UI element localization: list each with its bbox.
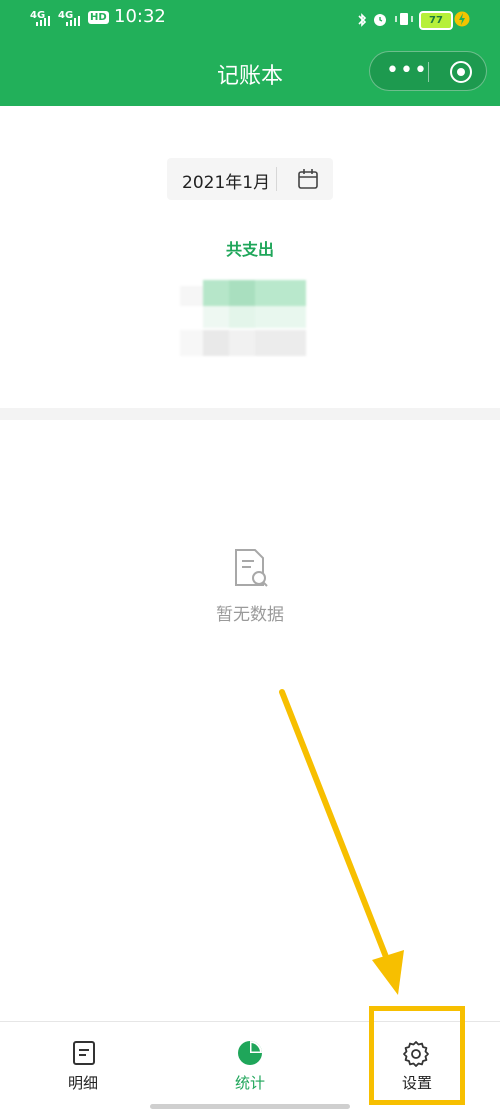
month-picker[interactable]: 2021年1月 (167, 158, 333, 200)
close-miniprogram-icon[interactable] (450, 61, 472, 83)
tab-statistics[interactable]: 统计 (167, 1022, 333, 1112)
vibrate-icon (395, 13, 413, 25)
tab-label-details: 明细 (67, 1074, 98, 1092)
tab-label-statistics: 统计 (234, 1074, 265, 1092)
alarm-icon (374, 14, 386, 26)
more-icon[interactable]: ••• (386, 60, 428, 82)
empty-state-text: 暂无数据 (216, 605, 284, 625)
document-icon (73, 1041, 95, 1065)
signal-bars-icon (66, 16, 80, 26)
app-header: 4G 4G HD 10:32 77 记账本 ••• (0, 0, 500, 106)
total-expense-label: 共支出 (225, 240, 274, 259)
tab-details[interactable]: 明细 (0, 1022, 166, 1112)
status-bar: 4G 4G HD 10:32 77 (0, 0, 500, 40)
section-divider (0, 408, 500, 420)
battery-indicator: 77 (419, 11, 453, 30)
no-data-icon (235, 549, 268, 587)
capsule-divider (428, 62, 429, 82)
calendar-icon[interactable] (296, 167, 320, 191)
bluetooth-icon (358, 13, 367, 27)
month-value: 2021年1月 (182, 173, 271, 193)
signal-bars-icon (36, 16, 50, 26)
miniprogram-capsule: ••• (369, 51, 487, 91)
picker-divider (276, 167, 277, 191)
home-indicator (150, 1104, 350, 1109)
blurred-amount (180, 278, 306, 358)
annotation-highlight-box (369, 1006, 465, 1105)
hd-badge: HD (88, 11, 109, 24)
pie-chart-icon (238, 1041, 262, 1065)
status-time: 10:32 (114, 6, 166, 27)
charging-icon (454, 11, 470, 27)
